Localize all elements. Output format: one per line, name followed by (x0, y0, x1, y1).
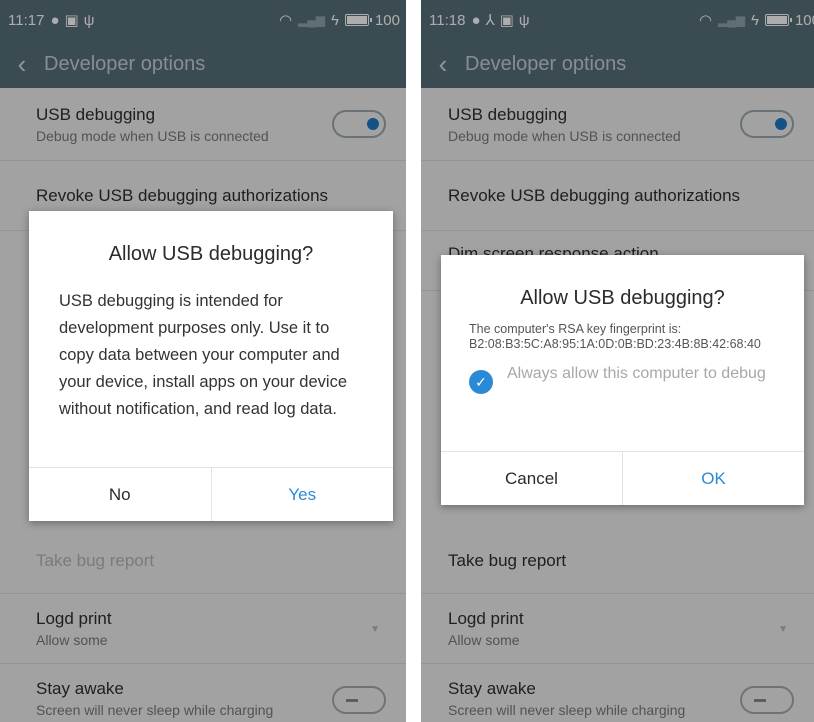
dialog-button-bar: Cancel OK (441, 451, 804, 505)
ok-button[interactable]: OK (622, 452, 804, 505)
cancel-button[interactable]: Cancel (441, 452, 622, 505)
yes-button[interactable]: Yes (210, 468, 394, 521)
dialog-message: USB debugging is intended for developmen… (59, 292, 347, 418)
dialog-button-bar: No Yes (29, 467, 393, 521)
always-allow-label: Always allow this computer to debug (507, 365, 766, 382)
rsa-fingerprint-text: The computer's RSA key fingerprint is: B… (469, 322, 761, 351)
always-allow-checkbox-row[interactable]: ✓ Always allow this computer to debug (469, 364, 778, 394)
dialog-title: Allow USB debugging? (520, 287, 725, 309)
dialog-title: Allow USB debugging? (108, 243, 314, 265)
phone-screen-left: 11:17 ● ▣ ψ ◠ ▂▄▆ ϟ 100 ‹ Developer opti… (0, 0, 406, 722)
phone-screen-right: 11:18 ● ⅄ ▣ ψ ◠ ▂▄▆ ϟ 100 ‹ Developer op… (421, 0, 814, 722)
no-button[interactable]: No (29, 468, 211, 521)
check-icon[interactable]: ✓ (469, 370, 493, 394)
allow-usb-debugging-dialog: Allow USB debugging? USB debugging is in… (29, 211, 393, 521)
allow-usb-debugging-dialog: Allow USB debugging? The computer's RSA … (441, 255, 804, 505)
